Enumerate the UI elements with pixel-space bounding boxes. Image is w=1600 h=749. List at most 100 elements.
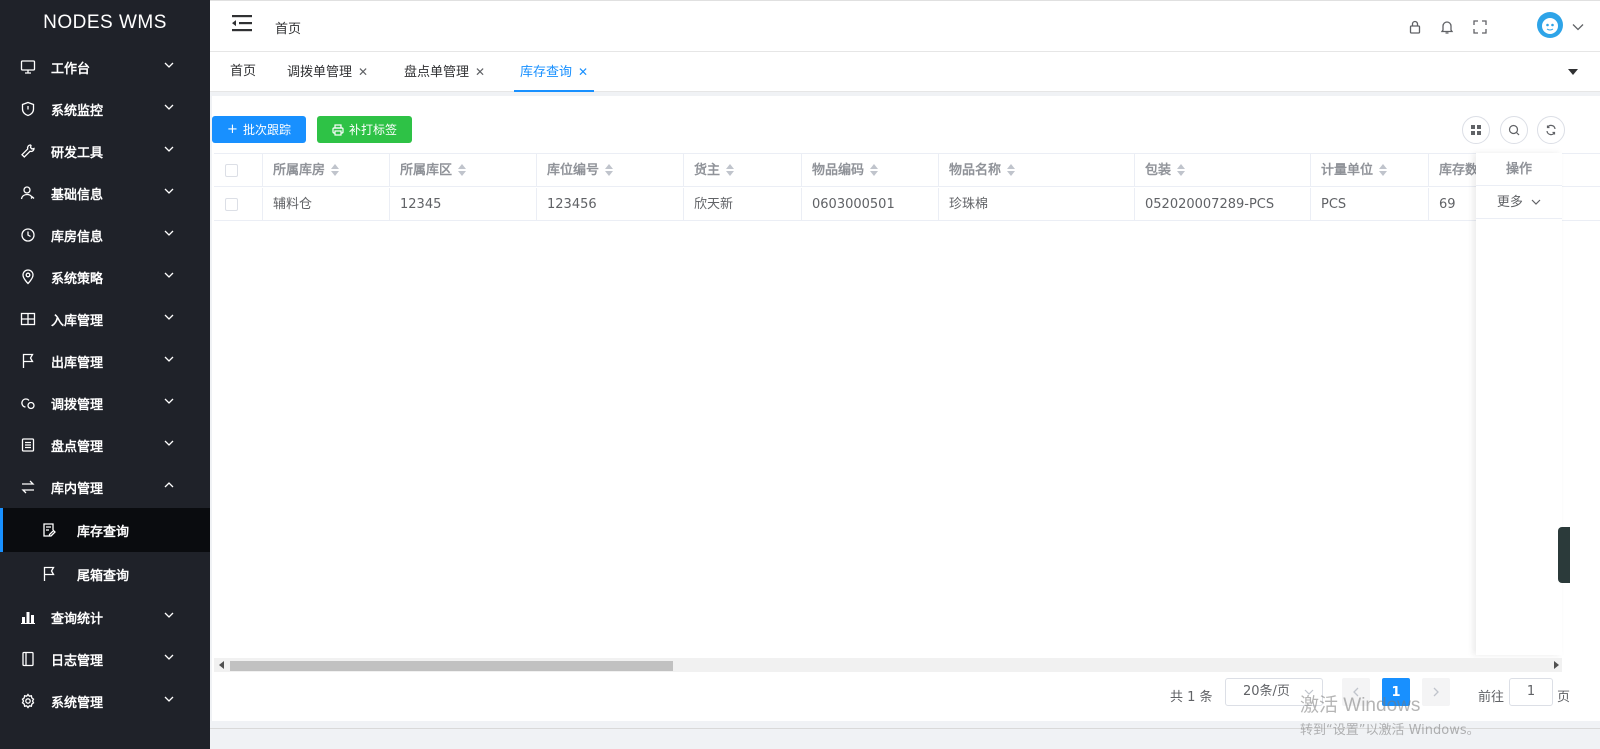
header-select-all: [214, 154, 263, 187]
more-actions-dropdown[interactable]: 更多: [1476, 186, 1562, 219]
table-cell: 052020007289-PCS: [1135, 188, 1311, 221]
table-row[interactable]: 辅料仓 12345 123456 欣天新 0603000501 珍珠棉 0520…: [214, 188, 1600, 221]
column-header[interactable]: 所属库区: [390, 154, 537, 187]
sort-icon[interactable]: [605, 163, 614, 176]
sidebar-item-warehouse-info[interactable]: 库房信息: [0, 214, 210, 256]
sidebar-item-transfer[interactable]: 调拨管理: [0, 382, 210, 424]
tab-inventory-query[interactable]: 库存查询 ✕: [514, 52, 595, 92]
reprint-label-button[interactable]: 补打标签: [317, 116, 412, 143]
inventory-table: 所属库房 所属库区 库位编号 货主 物品编码 物品名称 包装 计量单位 库存数 …: [214, 153, 1600, 655]
select-all-checkbox[interactable]: [225, 164, 238, 177]
close-icon[interactable]: ✕: [578, 52, 588, 92]
location-icon: [20, 269, 36, 285]
app-logo: NODES WMS: [43, 12, 167, 33]
refresh-icon: [1546, 124, 1556, 136]
chevron-down-icon[interactable]: [1572, 23, 1584, 31]
tab-home[interactable]: 首页: [230, 52, 256, 92]
search-toggle-button[interactable]: [1500, 116, 1528, 144]
fullscreen-icon[interactable]: [1472, 19, 1488, 35]
bell-icon[interactable]: [1439, 19, 1455, 35]
menu-toggle-icon[interactable]: [232, 14, 252, 32]
chevron-up-icon: [164, 482, 174, 488]
scrollbar-thumb[interactable]: [230, 661, 673, 671]
sidebar-subitem-tail-box-query[interactable]: 尾箱查询: [0, 552, 210, 596]
sidebar-item-statistics[interactable]: 查询统计: [0, 596, 210, 638]
column-header[interactable]: 库位编号: [537, 154, 684, 187]
column-header[interactable]: 物品名称: [939, 154, 1135, 187]
sidebar-item-label: 工作台: [51, 61, 91, 77]
row-select: [214, 188, 263, 221]
sidebar-item-label: 系统监控: [51, 103, 104, 119]
sidebar-item-workbench[interactable]: 工作台: [0, 46, 210, 88]
sidebar-item-basic-info[interactable]: 基础信息: [0, 172, 210, 214]
chevron-down-icon: [164, 188, 174, 194]
column-header[interactable]: 计量单位: [1311, 154, 1429, 187]
table-cell: PCS: [1311, 188, 1429, 221]
lock-icon[interactable]: [1407, 19, 1423, 35]
pagination-total: 共 1 条: [1170, 690, 1213, 705]
refresh-button[interactable]: [1537, 116, 1565, 144]
user-icon: [20, 185, 36, 201]
list-icon: [20, 437, 36, 453]
sidebar-item-label: 查询统计: [51, 611, 104, 627]
sidebar-item-system[interactable]: 系统管理: [0, 680, 210, 722]
column-header[interactable]: 所属库房: [263, 154, 390, 187]
sidebar-subitem-inventory-query[interactable]: 库存查询: [0, 508, 210, 552]
sidebar-item-logs[interactable]: 日志管理: [0, 638, 210, 680]
caret-down-icon[interactable]: [1568, 68, 1578, 76]
sidebar-item-devtools[interactable]: 研发工具: [0, 130, 210, 172]
breadcrumb[interactable]: 首页: [275, 18, 301, 37]
side-widget-handle[interactable]: [1558, 527, 1570, 583]
scroll-right-icon[interactable]: [1552, 661, 1560, 669]
avatar[interactable]: [1537, 12, 1563, 38]
close-icon[interactable]: ✕: [358, 52, 368, 92]
horizontal-scrollbar[interactable]: [214, 658, 1562, 672]
tab-stocktake-order[interactable]: 盘点单管理 ✕: [404, 52, 485, 92]
content-panel: + 批次跟踪 补打标签 所属库房 所属库区 库位编号 货主 物品编码 物品名称 …: [212, 96, 1600, 721]
grid-icon: [20, 311, 36, 327]
gear-icon: [20, 693, 36, 709]
column-header[interactable]: 货主: [684, 154, 802, 187]
sidebar-item-label: 系统策略: [51, 271, 104, 287]
activation-watermark: 激活 Windows 转到“设置”以激活 Windows。: [1300, 690, 1480, 738]
sort-icon[interactable]: [458, 163, 467, 176]
plus-icon: +: [227, 122, 238, 137]
sidebar-item-monitor[interactable]: 系统监控: [0, 88, 210, 130]
sort-icon[interactable]: [1379, 163, 1388, 176]
row-checkbox[interactable]: [225, 198, 238, 211]
sidebar-item-label: 尾箱查询: [77, 568, 130, 584]
chevron-down-icon: [164, 398, 174, 404]
chevron-down-icon: [164, 314, 174, 320]
chevron-down-icon: [164, 612, 174, 618]
tab-transfer-order[interactable]: 调拨单管理 ✕: [287, 52, 368, 92]
column-settings-button[interactable]: [1462, 116, 1490, 144]
sort-icon[interactable]: [331, 163, 340, 176]
grid-icon: [1471, 125, 1481, 135]
table-cell: 珍珠棉: [939, 188, 1135, 221]
column-header[interactable]: 包装: [1135, 154, 1311, 187]
batch-trace-button[interactable]: + 批次跟踪: [212, 116, 306, 143]
goto-page-input[interactable]: 1: [1509, 678, 1553, 706]
table-header: 所属库房 所属库区 库位编号 货主 物品编码 物品名称 包装 计量单位 库存数: [214, 154, 1600, 187]
monitor-icon: [20, 59, 36, 75]
sort-icon[interactable]: [726, 163, 735, 176]
chevron-down-icon: [164, 62, 174, 68]
scroll-left-icon[interactable]: [218, 661, 226, 669]
watermark-subtitle: 转到“设置”以激活 Windows。: [1300, 723, 1480, 738]
chevron-down-icon: [164, 654, 174, 660]
sidebar-item-stocktake[interactable]: 盘点管理: [0, 424, 210, 466]
sort-icon[interactable]: [1007, 163, 1016, 176]
search-icon: [1508, 124, 1520, 136]
sidebar-item-outbound[interactable]: 出库管理: [0, 340, 210, 382]
chevron-down-icon: [164, 104, 174, 110]
sidebar-item-strategy[interactable]: 系统策略: [0, 256, 210, 298]
chevron-down-icon: [164, 272, 174, 278]
column-header[interactable]: 物品编码: [802, 154, 939, 187]
sidebar-item-in-warehouse[interactable]: 库内管理: [0, 466, 210, 508]
close-icon[interactable]: ✕: [475, 52, 485, 92]
sort-icon[interactable]: [870, 163, 879, 176]
sidebar-item-inbound[interactable]: 入库管理: [0, 298, 210, 340]
sort-icon[interactable]: [1177, 163, 1186, 176]
sidebar-item-label: 调拨管理: [51, 397, 104, 413]
transfer-icon: [20, 395, 36, 411]
